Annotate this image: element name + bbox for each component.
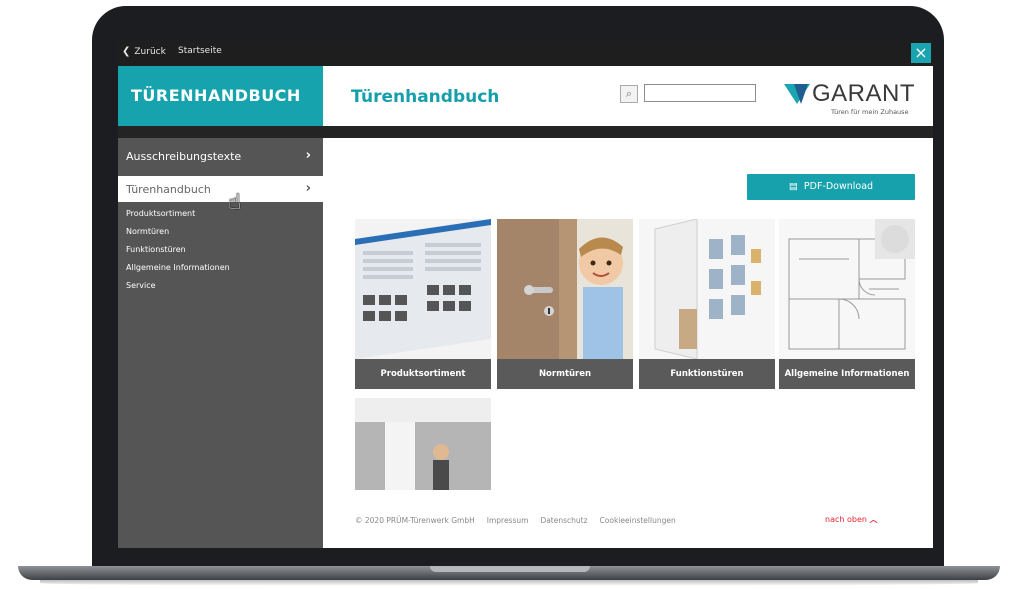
logo-mark-inner-icon [794,84,808,104]
top-bar: ❮ Zurück Startseite × [118,40,933,66]
tile-funktionstueren[interactable]: Funktionstüren [639,219,775,389]
close-button[interactable]: × [911,43,931,63]
back-link[interactable]: ❮ Zurück [122,46,166,57]
logo-tagline: Türen für mein Zuhause [831,108,909,116]
sidebar-subitem-service[interactable]: Service [126,281,156,290]
tile-caption: Funktionstüren [639,359,775,389]
main-header: Türenhandbuch ⌕ GARANT Türen für mein Zu… [323,66,933,126]
logo-brand: GARANT [812,80,916,107]
chevron-right-icon: › [305,181,311,196]
sidebar-header: TÜRENHANDBUCH [118,66,323,126]
sidebar-title[interactable]: TÜRENHANDBUCH [131,86,301,105]
document-icon: ▤ [788,181,798,192]
footer-link-datenschutz[interactable]: Datenschutz [540,516,587,525]
back-label: Zurück [134,46,166,57]
search-input[interactable] [644,84,756,102]
screen: ❮ Zurück Startseite × TÜRENHANDBUCH Türe… [118,40,933,548]
footer-link-cookieeinstellungen[interactable]: Cookieeinstellungen [600,516,676,525]
chevron-right-icon: › [305,148,311,163]
tile-normtueren[interactable]: Normtüren [497,219,633,389]
footer-link-impressum[interactable]: Impressum [487,516,529,525]
header-divider [118,126,933,138]
search-icon[interactable]: ⌕ [620,85,638,103]
hand-cursor-icon: ☝ [228,190,242,215]
tile-produktsortiment[interactable]: Produktsortiment [355,219,491,389]
sidebar-item-label: Ausschreibungstexte [126,150,242,163]
chevron-up-icon: ︿ [869,515,878,524]
laptop-shadow [40,580,978,586]
home-link[interactable]: Startseite [178,46,222,56]
footer-copyright: © 2020 PRÜM-Türenwerk GmbH [355,516,475,525]
pdf-download-label: PDF-Download [803,181,874,192]
function-doors-image [639,219,775,359]
sidebar-item-tuerenhandbuch[interactable]: Türenhandbuch › [118,176,323,202]
tile-allgemeine-informationen[interactable]: Allgemeine Informationen [779,219,915,389]
sidebar-subitem-allgemeine-informationen[interactable]: Allgemeine Informationen [126,263,230,272]
footer: © 2020 PRÜM-Türenwerk GmbH Impressum Dat… [355,516,676,525]
floor-plan-image [779,219,915,359]
chevron-left-icon: ❮ [122,46,131,57]
sidebar-item-label: Türenhandbuch [126,183,211,196]
laptop-notch [430,566,590,572]
tile-caption: Allgemeine Informationen [779,359,915,389]
sidebar-subitem-produktsortiment[interactable]: Produktsortiment [126,209,195,218]
sidebar-subitem-funktionstueren[interactable]: Funktionstüren [126,245,186,254]
sidebar-subitem-normtueren[interactable]: Normtüren [126,227,169,236]
tile-caption: Normtüren [497,359,633,389]
pdf-download-button[interactable]: ▤ PDF-Download [747,174,915,200]
main-content: ▤ PDF-Download Produktsortiment Normtüre… [323,138,933,548]
page-title: Türenhandbuch [351,87,500,107]
tile-caption: Produktsortiment [355,359,491,389]
service-image [355,422,491,490]
door-child-image [497,219,633,359]
tile-service[interactable] [355,398,491,490]
sidebar-item-ausschreibungstexte[interactable]: Ausschreibungstexte › [118,143,323,169]
back-to-top-link[interactable]: nach oben ︿ [825,514,878,525]
sidebar: Ausschreibungstexte › Türenhandbuch › ☝ … [118,138,323,548]
garant-logo[interactable]: GARANT Türen für mein Zuhause [778,80,928,120]
catalog-image [355,219,491,359]
back-to-top-label: nach oben [825,515,867,524]
